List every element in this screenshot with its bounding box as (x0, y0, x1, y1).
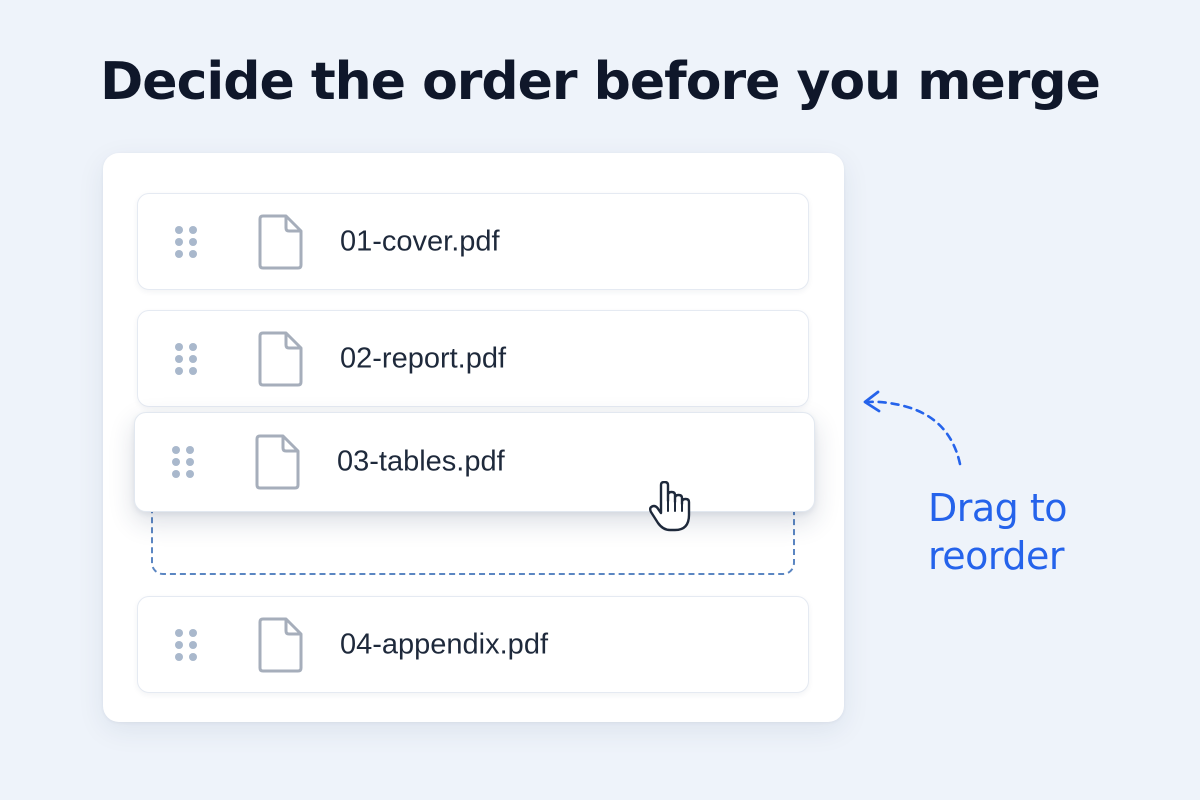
file-name: 04-appendix.pdf (340, 628, 548, 660)
hand-cursor-icon (648, 481, 694, 533)
pdf-file-icon (255, 213, 305, 271)
drag-handle-icon[interactable] (173, 627, 199, 663)
file-name: 02-report.pdf (340, 342, 507, 374)
hint-line-2: reorder (928, 534, 1065, 578)
file-name: 01-cover.pdf (340, 225, 500, 257)
page-headline: Decide the order before you merge (100, 52, 1101, 112)
file-row-3-dragging[interactable]: 03-tables.pdf (134, 412, 815, 512)
curved-arrow-icon (852, 380, 972, 475)
drag-handle-icon[interactable] (173, 224, 199, 260)
drag-handle-icon[interactable] (170, 444, 196, 480)
file-order-panel: 01-cover.pdf 02-report.pdf 03-tables.pdf… (103, 153, 844, 722)
file-row-1[interactable]: 01-cover.pdf (137, 193, 809, 290)
file-row-4[interactable]: 04-appendix.pdf (137, 596, 809, 693)
hint-line-1: Drag to (928, 486, 1068, 530)
file-name: 03-tables.pdf (337, 445, 505, 478)
file-row-2[interactable]: 02-report.pdf (137, 310, 809, 407)
drag-hint-label: Drag to reorder (928, 484, 1068, 580)
pdf-file-icon (252, 433, 302, 491)
pdf-file-icon (255, 616, 305, 674)
pdf-file-icon (255, 330, 305, 388)
drop-zone-placeholder[interactable] (151, 503, 795, 575)
drag-handle-icon[interactable] (173, 341, 199, 377)
